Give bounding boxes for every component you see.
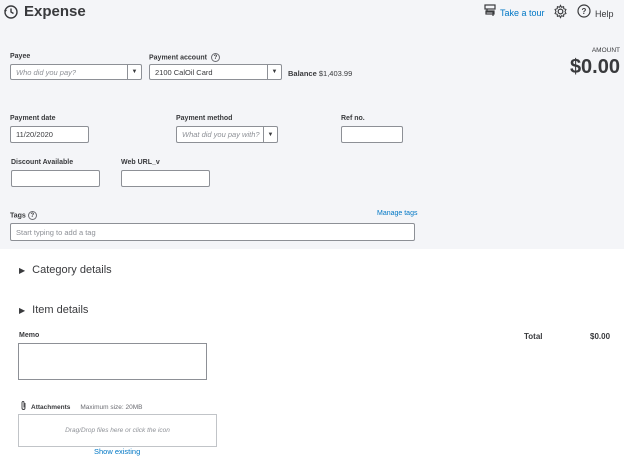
tour-icon — [484, 4, 496, 22]
payment-method-label: Payment method — [176, 115, 233, 122]
memo-label: Memo — [19, 332, 40, 339]
discount-label: Discount Available — [11, 159, 74, 166]
balance-label: Balance — [288, 69, 317, 78]
memo-textarea[interactable] — [18, 343, 207, 380]
balance-display: Balance $1,403.99 — [288, 69, 352, 78]
tags-label: Tags? — [10, 211, 37, 220]
page-title: Expense — [24, 3, 86, 20]
svg-text:?: ? — [582, 7, 587, 16]
help-label: Help — [595, 8, 614, 19]
category-details-toggle[interactable]: ▶ Category details — [19, 264, 112, 276]
manage-tags-link[interactable]: Manage tags — [377, 210, 417, 217]
payee-placeholder: Who did you pay? — [16, 67, 77, 77]
payment-date-field[interactable]: 11/20/2020 — [10, 126, 89, 143]
chevron-down-icon[interactable]: ▼ — [127, 65, 141, 79]
amount-label: AMOUNT — [591, 47, 620, 54]
balance-value: $1,403.99 — [318, 69, 353, 78]
info-icon[interactable]: ? — [27, 211, 37, 220]
gear-icon[interactable] — [553, 4, 568, 19]
ref-no-label: Ref no. — [341, 115, 365, 122]
caret-right-icon: ▶ — [19, 265, 26, 275]
category-details-label: Category details — [32, 264, 112, 276]
show-existing-link[interactable]: Show existing — [94, 447, 140, 456]
attachments-label: Attachments — [31, 403, 71, 411]
form-header-area — [0, 0, 624, 249]
payment-account-select[interactable]: 2100 CalOil Card ▼ — [149, 64, 282, 80]
discount-field[interactable] — [11, 170, 100, 187]
payment-method-placeholder: What did you pay with? — [182, 130, 260, 139]
tags-placeholder: Start typing to add a tag — [16, 227, 96, 237]
payment-date-label: Payment date — [10, 115, 56, 122]
web-url-field[interactable] — [121, 170, 210, 187]
amount-value: $0.00 — [569, 56, 620, 78]
item-details-toggle[interactable]: ▶ Item details — [19, 304, 88, 316]
total-label: Total — [524, 332, 543, 341]
payment-account-label: Payment account? — [149, 53, 220, 62]
recent-transactions-icon[interactable] — [3, 4, 19, 20]
payment-account-value: 2100 CalOil Card — [155, 67, 213, 77]
payment-method-select[interactable]: What did you pay with? ▼ — [176, 126, 278, 143]
help-icon: ? — [577, 4, 591, 23]
tags-input[interactable]: Start typing to add a tag — [10, 223, 415, 241]
total-value: $0.00 — [590, 332, 611, 341]
help-button[interactable]: ? Help — [577, 4, 614, 23]
chevron-down-icon[interactable]: ▼ — [267, 65, 281, 79]
payee-label: Payee — [10, 53, 31, 60]
dropzone-text: Drag/Drop files here or click the icon — [65, 427, 170, 434]
attachments-max-size: Maximum size: 20MB — [80, 403, 143, 411]
tags-label-text: Tags — [10, 212, 26, 220]
ref-no-field[interactable] — [341, 126, 403, 143]
web-url-label: Web URL_v — [121, 159, 160, 166]
payee-select[interactable]: Who did you pay? ▼ — [10, 64, 142, 80]
take-tour-link[interactable]: Take a tour — [484, 4, 545, 22]
info-icon[interactable]: ? — [210, 53, 220, 62]
attachment-dropzone[interactable]: Drag/Drop files here or click the icon — [18, 414, 217, 447]
payment-account-label-text: Payment account — [149, 54, 207, 62]
take-tour-label: Take a tour — [500, 8, 545, 18]
item-details-label: Item details — [32, 304, 89, 316]
caret-right-icon: ▶ — [19, 305, 26, 315]
chevron-down-icon[interactable]: ▼ — [263, 127, 277, 142]
payment-date-value: 11/20/2020 — [16, 130, 53, 139]
